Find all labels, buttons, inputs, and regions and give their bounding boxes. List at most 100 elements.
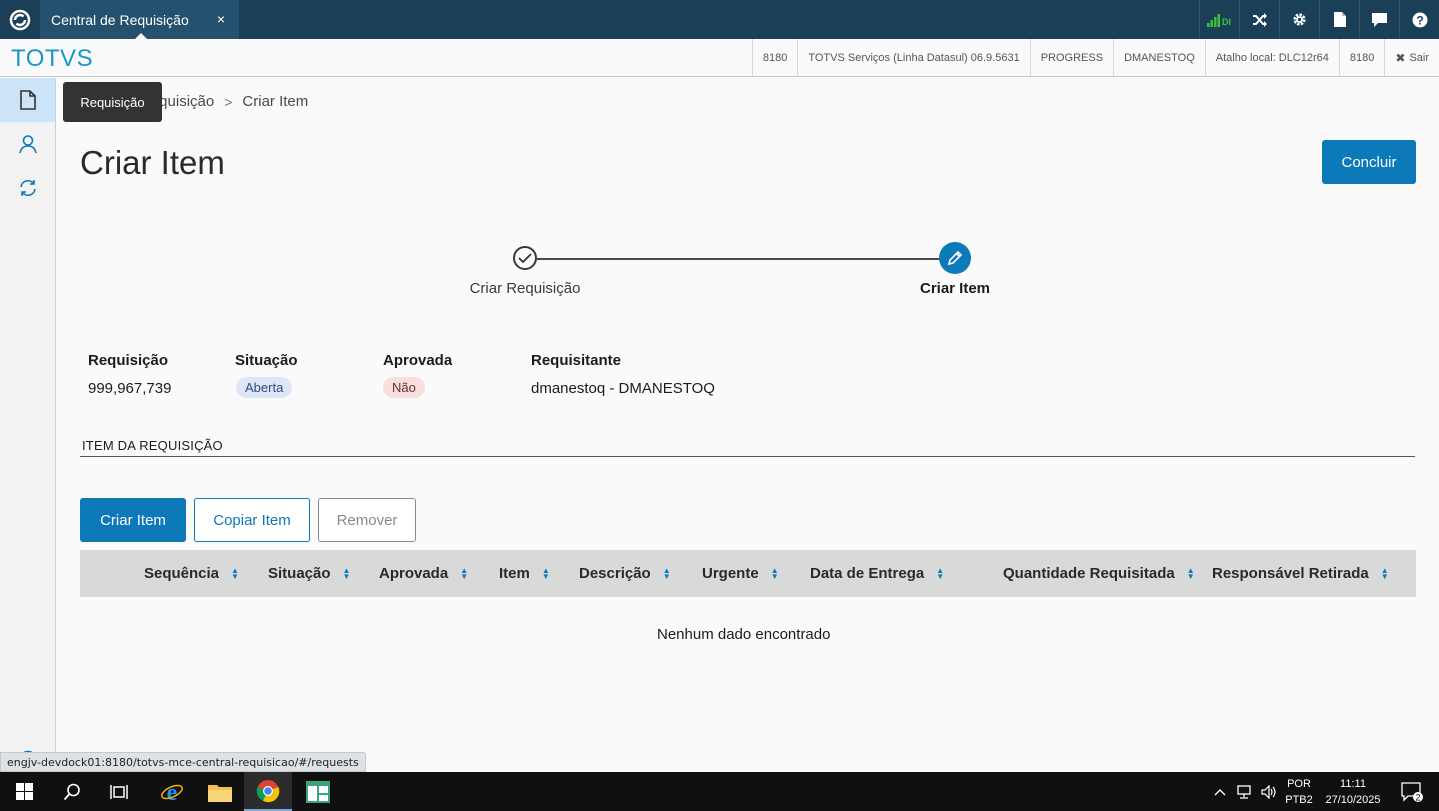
check-icon [518, 253, 532, 264]
chat-icon [1372, 12, 1387, 27]
info-port-2: 8180 [1338, 39, 1384, 76]
file-explorer-button[interactable] [196, 772, 244, 811]
svg-text:?: ? [1416, 13, 1423, 27]
svg-text:e: e [167, 780, 178, 804]
clock-date: 27/10/2025 [1325, 793, 1381, 806]
notification-count: 2 [1415, 792, 1420, 802]
sidebar-item-refresh[interactable] [0, 166, 55, 210]
document-icon [19, 90, 36, 110]
column-label: Sequência [144, 565, 220, 582]
app-topbar: Central de Requisição × DI ? [0, 0, 1439, 40]
exit-button[interactable]: ✖ Sair [1384, 39, 1439, 76]
stepper-line [537, 258, 940, 260]
requisicao-value: 999,967,739 [88, 380, 172, 397]
requisicao-label: Requisição [88, 352, 169, 369]
help-icon: ? [1412, 12, 1427, 27]
folder-icon [208, 784, 232, 802]
signal-label: DI [1222, 17, 1231, 27]
column-label: Descrição [579, 565, 651, 582]
situacao-label: Situação [235, 352, 298, 369]
column-responsavel[interactable]: Responsável Retirada ▲ ▼ [1212, 550, 1389, 597]
table-empty-message: Nenhum dado encontrado [657, 626, 831, 643]
notifications-button[interactable]: 2 [1392, 772, 1432, 811]
internet-explorer-icon: e [161, 780, 183, 804]
messages-button[interactable] [1359, 0, 1399, 39]
sidebar-tooltip: Requisição [63, 82, 162, 122]
session-info: 8180 TOTVS Serviços (Linha Datasul) 06.9… [751, 39, 1439, 76]
shuffle-button[interactable] [1239, 0, 1279, 39]
settings-button[interactable] [1279, 0, 1319, 39]
column-descricao[interactable]: Descrição ▲ ▼ [579, 550, 671, 597]
aprovada-label: Aprovada [383, 352, 453, 369]
chrome-button[interactable] [244, 772, 292, 811]
sort-icon: ▲ ▼ [541, 565, 550, 581]
pencil-icon [947, 250, 963, 266]
remove-button[interactable]: Remover [318, 498, 416, 542]
tray-overflow[interactable] [1208, 772, 1232, 811]
column-label: Urgente [702, 565, 759, 582]
network-tray[interactable] [1234, 772, 1256, 811]
close-icon: ✖ [1395, 50, 1406, 65]
signal-icon: DI [1206, 13, 1231, 27]
document-button[interactable] [1319, 0, 1359, 39]
ie-button[interactable]: e [148, 772, 196, 811]
network-icon [1237, 784, 1251, 799]
windows-taskbar: e POR PTB2 11:11 27/10/2025 2 [0, 772, 1439, 811]
clock-time: 11:11 [1340, 777, 1366, 790]
task-view-button[interactable] [96, 772, 144, 811]
start-button[interactable] [0, 772, 48, 811]
volume-tray[interactable] [1258, 772, 1280, 811]
keyboard-layout: PTB2 [1285, 793, 1313, 806]
language-indicator[interactable]: POR PTB2 [1282, 772, 1316, 811]
column-sequencia[interactable]: Sequência ▲ ▼ [144, 550, 239, 597]
column-label: Aprovada [379, 565, 449, 582]
sort-icon: ▲ ▼ [342, 565, 351, 581]
copy-item-button[interactable]: Copiar Item [194, 498, 310, 542]
status-url: engjv-devdock01:8180/totvs-mce-central-r… [0, 752, 366, 772]
info-product: TOTVS Serviços (Linha Datasul) 06.9.5631 [797, 39, 1029, 76]
situacao-badge: Aberta [236, 377, 293, 398]
help-button[interactable]: ? [1399, 0, 1439, 39]
table-header: Sequência ▲ ▼ Situação ▲ ▼ Aprovada ▲ ▼ Item ▲ ▼… [80, 550, 1416, 597]
tab-close-icon[interactable]: × [217, 11, 225, 27]
create-item-button[interactable]: Criar Item [80, 498, 186, 542]
requisitante-label: Requisitante [531, 352, 622, 369]
app-window-button[interactable] [294, 772, 342, 811]
column-label: Item [499, 565, 530, 582]
info-database: PROGRESS [1029, 39, 1113, 76]
column-label: Quantidade Requisitada [1003, 565, 1175, 582]
chevron-up-icon [1214, 788, 1226, 795]
conclude-button[interactable]: Concluir [1322, 140, 1416, 184]
column-data-entrega[interactable]: Data de Entrega ▲ ▼ [810, 550, 944, 597]
page-title: Criar Item [80, 144, 225, 181]
column-urgente[interactable]: Urgente ▲ ▼ [702, 550, 779, 597]
sidebar-item-requisicao[interactable] [0, 78, 55, 122]
file-icon [1333, 12, 1346, 27]
column-item[interactable]: Item ▲ ▼ [499, 550, 550, 597]
section-title: ITEM DA REQUISIÇÃO [82, 438, 223, 453]
exit-label: Sair [1409, 51, 1429, 64]
sidebar [0, 78, 56, 772]
sort-icon: ▲ ▼ [460, 565, 469, 581]
totvs-logo-icon [9, 9, 31, 30]
connection-signal[interactable]: DI [1199, 0, 1239, 39]
search-icon [63, 783, 80, 800]
sort-icon: ▲ ▼ [770, 565, 779, 581]
breadcrumb: Requisição > Criar Item [140, 93, 308, 110]
sidebar-item-user[interactable] [0, 122, 55, 166]
clock[interactable]: 11:11 27/10/2025 [1318, 772, 1388, 811]
column-quantidade[interactable]: Quantidade Requisitada ▲ ▼ [1003, 550, 1195, 597]
home-button[interactable] [0, 0, 40, 39]
gear-icon [1293, 13, 1306, 26]
step-label-criar-requisicao[interactable]: Criar Requisição [455, 280, 595, 297]
column-label: Responsável Retirada [1212, 565, 1369, 582]
sort-icon: ▲ ▼ [662, 565, 671, 581]
chevron-right-icon: > [224, 93, 233, 110]
step-done-indicator[interactable] [513, 246, 537, 270]
tab-central-requisicao[interactable]: Central de Requisição × [40, 0, 239, 40]
refresh-icon [19, 179, 36, 197]
column-label: Data de Entrega [810, 565, 925, 582]
search-button[interactable] [48, 772, 96, 811]
column-situacao[interactable]: Situação ▲ ▼ [268, 550, 350, 597]
column-aprovada[interactable]: Aprovada ▲ ▼ [379, 550, 468, 597]
